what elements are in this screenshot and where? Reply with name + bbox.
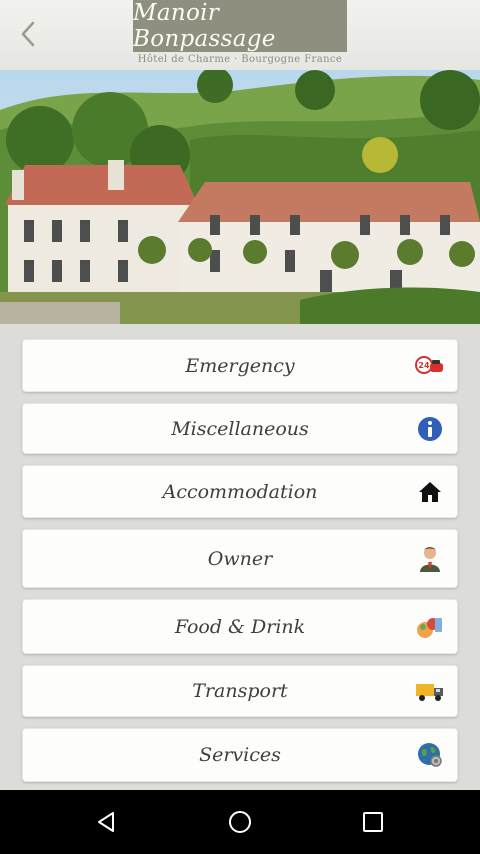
menu-item-label: Accommodation [162, 480, 318, 503]
menu-item-label: Food & Drink [174, 615, 306, 638]
hotel-logo: Manoir Bonpassage [133, 0, 347, 52]
menu-item-label: Emergency [185, 354, 295, 377]
menu-item-emergency[interactable]: Emergency 24 [22, 339, 458, 392]
owner-icon [415, 544, 445, 574]
menu-item-label: Miscellaneous [171, 417, 309, 440]
menu-list: Emergency 24 Miscellaneous Accommodation [0, 324, 480, 790]
menu-item-label: Services [199, 744, 281, 766]
food-drink-icon [415, 612, 445, 642]
app-header: Manoir Bonpassage Hôtel de Charme · Bour… [0, 0, 480, 70]
menu-item-label: Owner [207, 547, 273, 570]
hero-image [0, 70, 480, 324]
menu-item-services[interactable]: Services [22, 728, 458, 782]
nav-recents-icon [363, 812, 383, 832]
chevron-left-icon [21, 21, 35, 47]
menu-item-owner[interactable]: Owner [22, 529, 458, 588]
menu-item-accommodation[interactable]: Accommodation [22, 465, 458, 518]
menu-item-label: Transport [192, 680, 288, 702]
nav-back-button[interactable] [87, 802, 127, 842]
menu-item-miscellaneous[interactable]: Miscellaneous [22, 403, 458, 454]
logo-text: Manoir Bonpassage [133, 0, 276, 52]
info-icon [415, 414, 445, 444]
truck-icon [415, 676, 445, 706]
nav-recents-button[interactable] [353, 802, 393, 842]
svg-text:24: 24 [418, 361, 430, 370]
back-button[interactable] [10, 16, 46, 52]
nav-home-icon [229, 811, 251, 833]
menu-item-food-drink[interactable]: Food & Drink [22, 599, 458, 654]
system-nav-bar [0, 790, 480, 854]
hotel-tagline: Hôtel de Charme · Bourgogne France [137, 54, 343, 65]
menu-item-transport[interactable]: Transport [22, 665, 458, 717]
nav-back-icon [98, 812, 114, 832]
nav-home-button[interactable] [220, 802, 260, 842]
emergency-24h-icon: 24 [415, 351, 445, 381]
globe-gear-icon [415, 740, 445, 770]
home-icon [415, 477, 445, 507]
